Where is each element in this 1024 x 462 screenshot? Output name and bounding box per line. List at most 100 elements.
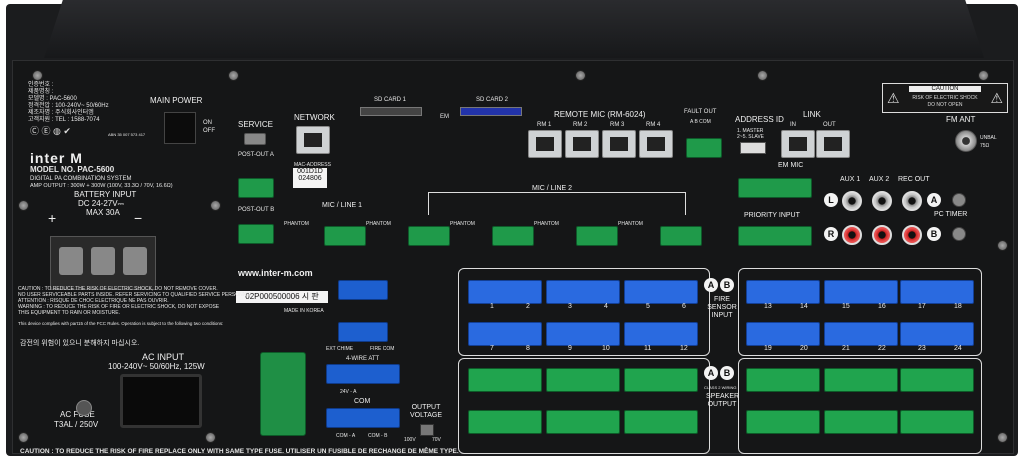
power-on-label: ON (203, 120, 212, 126)
speaker-output-11-12[interactable] (624, 410, 698, 434)
fire-number: 21 (842, 345, 850, 352)
em-terminal[interactable] (338, 280, 388, 300)
speaker-output-5-6[interactable] (624, 368, 698, 392)
speaker-output-7-8[interactable] (468, 410, 542, 434)
fire-input-9-10[interactable] (546, 322, 620, 346)
rm4-port[interactable] (639, 130, 673, 158)
service-port[interactable] (244, 133, 266, 145)
fire-input-11-12[interactable] (624, 322, 698, 346)
sd2-label: SD CARD 2 (476, 97, 509, 103)
com-terminal[interactable] (326, 408, 400, 428)
pc-timer-jack-a[interactable] (952, 193, 966, 207)
fire-input-19-20[interactable] (746, 322, 820, 346)
speaker-output-17-18[interactable] (900, 368, 974, 392)
mic-line-terminal-5[interactable] (660, 226, 702, 246)
priority-input-terminal[interactable] (738, 226, 812, 246)
website-url: www.inter-m.com (238, 268, 313, 278)
speaker-output-9-10[interactable] (546, 410, 620, 434)
screw (575, 70, 586, 81)
link-in-label: IN (790, 122, 796, 128)
fire-number: 7 (490, 345, 494, 352)
fire-input-7-8[interactable] (468, 322, 542, 346)
address-id-dip-switch[interactable] (740, 142, 766, 154)
rm3-port[interactable] (602, 130, 636, 158)
pc-timer-jack-b[interactable] (952, 227, 966, 241)
link-in-port[interactable] (781, 130, 815, 158)
mic-line-terminal-2[interactable] (408, 226, 450, 246)
mic-line-terminal-4[interactable] (576, 226, 618, 246)
fire-input-17-18[interactable] (900, 280, 974, 304)
fire-number: 5 (646, 303, 650, 310)
fire-input-1-2[interactable] (468, 280, 542, 304)
screw (228, 70, 239, 81)
com-label: COM (354, 398, 371, 405)
amp-output: AMP OUTPUT : 300W + 300W (100V, 33.3Ω / … (30, 183, 173, 189)
caution-line2: DO NOT OPEN (927, 102, 963, 108)
rec-out-l-jack[interactable] (902, 191, 922, 211)
pluggable-terminal[interactable] (260, 352, 306, 436)
sd-card-slot-1[interactable] (360, 107, 422, 116)
mic-line-terminal-1[interactable] (324, 226, 366, 246)
address-id-line2: 2~5. SLAVE (737, 134, 765, 140)
fault-out-terminal[interactable] (686, 138, 722, 158)
aux1-l-jack[interactable] (842, 191, 862, 211)
battery-terminal[interactable] (123, 247, 147, 275)
em-mic-terminal[interactable] (738, 178, 812, 198)
rec-out-r-jack[interactable] (902, 225, 922, 245)
fire-number: 10 (602, 345, 610, 352)
ac-inlet[interactable] (120, 374, 202, 428)
speaker-output-1-2[interactable] (468, 368, 542, 392)
battery-terminal[interactable] (91, 247, 115, 275)
aux1-r-jack[interactable] (842, 225, 862, 245)
pc-timer-b-badge: B (927, 227, 941, 241)
lightning-warning-icon: ⚠ (887, 90, 900, 106)
fire-input-21-22[interactable] (824, 322, 898, 346)
post-out-a-terminal[interactable] (238, 178, 274, 198)
phantom-label: PHANTOM (618, 221, 643, 227)
fire-input-15-16[interactable] (824, 280, 898, 304)
output-voltage-switch[interactable] (420, 424, 434, 436)
speaker-output-13-14[interactable] (746, 368, 820, 392)
fm-ant-connector[interactable] (955, 130, 977, 152)
mic-line-terminal-3[interactable] (492, 226, 534, 246)
fire-input-5-6[interactable] (624, 280, 698, 304)
com-b-label: COM - B (368, 433, 388, 439)
speaker-output-15-16[interactable] (824, 368, 898, 392)
sd-card-slot-2[interactable] (460, 107, 522, 116)
fire-number: 2 (526, 303, 530, 310)
phantom-label: PHANTOM (450, 221, 475, 227)
exclamation-warning-icon: ⚠ (990, 90, 1003, 106)
fire-number: 14 (800, 303, 808, 310)
fire-input-23-24[interactable] (900, 322, 974, 346)
fuse-holder[interactable] (76, 400, 92, 416)
post-out-b-terminal[interactable] (238, 224, 274, 244)
battery-terminal[interactable] (59, 247, 83, 275)
speaker-output-23-24[interactable] (900, 410, 974, 434)
aux2-l-jack[interactable] (872, 191, 892, 211)
rm2-port[interactable] (565, 130, 599, 158)
four-wire-terminal[interactable] (326, 364, 400, 384)
rm3-label: RM 3 (610, 122, 625, 128)
fire-com-label: FIRE COM (370, 346, 395, 352)
speaker-output-3-4[interactable] (546, 368, 620, 392)
speaker-output-19-20[interactable] (746, 410, 820, 434)
main-power-switch[interactable] (164, 112, 196, 144)
battery-terminal-block[interactable] (50, 236, 156, 290)
speaker-output-21-22[interactable] (824, 410, 898, 434)
fault-out-title: FAULT OUT (684, 109, 717, 115)
main-power-label: MAIN POWER (150, 96, 203, 105)
link-out-port[interactable] (816, 130, 850, 158)
fire-number: 24 (954, 345, 962, 352)
rec-out-label: REC OUT (898, 176, 930, 183)
network-port[interactable] (296, 126, 330, 154)
com-a-label: COM - A (336, 433, 356, 439)
rm1-port[interactable] (528, 130, 562, 158)
fire-number: 6 (682, 303, 686, 310)
aux2-r-jack[interactable] (872, 225, 892, 245)
made-in-label: MADE IN KOREA (284, 308, 324, 314)
fire-input-3-4[interactable] (546, 280, 620, 304)
fire-number: 17 (918, 303, 926, 310)
fire-input-13-14[interactable] (746, 280, 820, 304)
ext-chime-terminal[interactable] (338, 322, 388, 342)
aux1-label: AUX 1 (840, 176, 861, 183)
